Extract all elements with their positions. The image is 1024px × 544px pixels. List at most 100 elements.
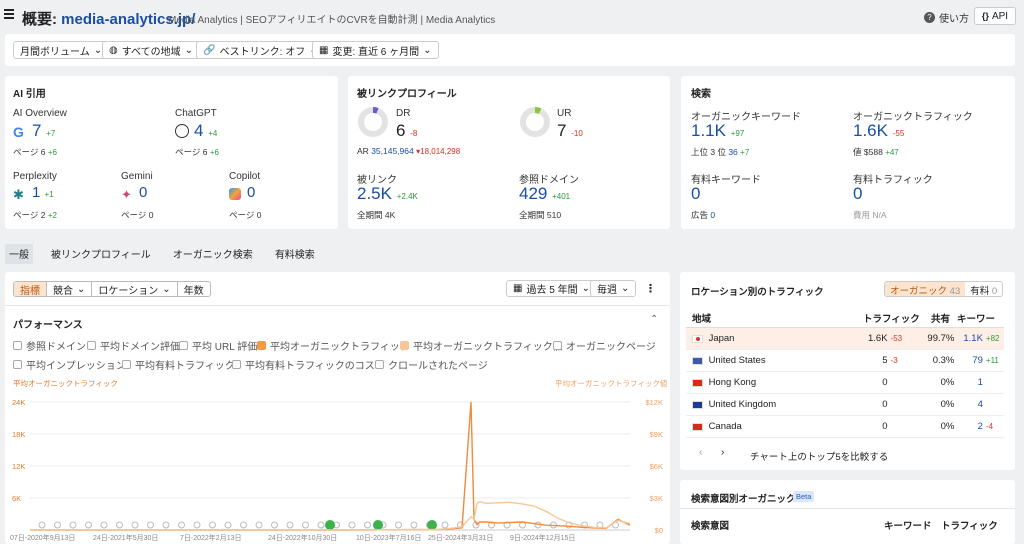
top3-row: 上位 3 位 36 +7: [691, 147, 750, 157]
right-axis-title: 平均オーガニックトラフィック値: [555, 379, 668, 388]
backlink-card-title: 被リンクプロフィール: [357, 89, 457, 100]
chatgpt-value[interactable]: 4 +4: [194, 121, 217, 141]
metric-checkbox[interactable]: 平均有料トラフィックのコスト: [232, 357, 385, 372]
location-row[interactable]: Canada 0 0% 2 -4: [686, 416, 1004, 438]
ur-value[interactable]: 7 -10: [557, 121, 583, 141]
annotation-marker: [85, 521, 92, 529]
dr-value[interactable]: 6 -8: [396, 121, 417, 141]
more-options-icon[interactable]: ⋮: [645, 282, 656, 295]
perplexity-value[interactable]: 1 +1: [32, 184, 54, 201]
checkbox-label: 平均オーガニックトラフィック値: [413, 342, 563, 353]
tab-general[interactable]: 一般: [5, 244, 33, 264]
metric-checkbox[interactable]: 平均ドメイン評価: [87, 338, 180, 353]
share-value: 0%: [940, 377, 955, 388]
metric-checkbox[interactable]: オーガニックページ: [553, 338, 656, 353]
annotation-marker: [131, 521, 139, 529]
checkbox-icon: [13, 360, 22, 369]
location-row[interactable]: Japan 1.6K -53 99.7% 1.1K +82: [686, 328, 1004, 350]
link-icon: 🔗: [203, 44, 216, 56]
range-dropdown[interactable]: ▦ 過去 5 年間 ⌄: [506, 280, 597, 297]
ref-domains-all-time: 全期間 510: [519, 210, 562, 220]
checkbox-icon: [87, 341, 96, 350]
seg-metrics[interactable]: 指標: [14, 282, 47, 296]
volume-dropdown[interactable]: 月間ボリューム ⌄: [13, 41, 110, 59]
change-dropdown[interactable]: ▦ 変更: 直近 6 ヶ月間 ⌄: [312, 41, 439, 59]
calendar-icon: ▦: [513, 283, 523, 294]
checkbox-icon: [257, 341, 266, 350]
keywords-value: 4: [977, 399, 983, 410]
left-tick-label: 6K: [12, 494, 21, 503]
help-link[interactable]: ? 使い方: [924, 10, 969, 25]
annotation-marker: [255, 521, 263, 529]
ref-domains-value[interactable]: 429 +401: [519, 184, 570, 204]
annotation-marker: [348, 521, 356, 529]
metric-checkbox[interactable]: 参照ドメイン: [13, 338, 86, 353]
backlinks-value[interactable]: 2.5K +2.4K: [357, 184, 418, 204]
x-tick-label: 07日-2020年9月13日: [10, 533, 75, 542]
x-tick-label: 10日-2023年7月16日: [356, 533, 421, 542]
tab-paid-location[interactable]: 有料 0: [965, 282, 1002, 296]
calendar-icon: ▦: [319, 44, 329, 56]
col-traffic: トラフィック: [863, 314, 920, 325]
tab-backlinks[interactable]: 被リンクプロフィール: [47, 244, 155, 264]
location-card-title: ロケーション別のトラフィック: [691, 287, 824, 298]
country-name: United Kingdom: [708, 399, 777, 410]
compare-top5-link[interactable]: チャート上のトップ5を比較する: [750, 449, 888, 463]
metric-checkbox[interactable]: 平均インプレッション: [13, 357, 126, 372]
checkbox-label: 平均有料トラフィック: [135, 361, 235, 372]
location-row[interactable]: Hong Kong 0 0% 1: [686, 372, 1004, 394]
keywords-delta: +82: [985, 334, 1000, 343]
seg-location[interactable]: ロケーション ⌄: [92, 282, 178, 296]
gemini-value[interactable]: 0: [139, 184, 147, 201]
tab-organic[interactable]: オーガニック検索: [169, 244, 257, 264]
paid-traffic-label: 有料トラフィック: [853, 175, 933, 186]
annotation-marker: [302, 521, 309, 529]
traffic-value: 1.6K: [868, 333, 888, 344]
collapse-icon[interactable]: ⌃: [650, 314, 658, 325]
metric-checkbox[interactable]: 平均 URL 評価: [179, 338, 257, 353]
section-tabs: 一般 被リンクプロフィール オーガニック検索 有料検索: [5, 244, 319, 264]
location-row[interactable]: United Kingdom 0 0% 4: [686, 394, 1004, 416]
prev-arrow-icon[interactable]: ‹: [699, 447, 702, 458]
site-subtitle: Media Analytics | SEOアフィリエイトのCVRを自動計測 | …: [168, 15, 496, 26]
top-bar: 概要: media-analytics.jp/ Media Analytics …: [0, 0, 1024, 34]
paid-traffic-value[interactable]: 0: [853, 184, 862, 204]
seg-years[interactable]: 年数: [178, 282, 210, 297]
chevron-down-icon: ⌄: [184, 44, 194, 56]
right-tick-label: $0: [655, 526, 663, 535]
paid-keywords-value[interactable]: 0: [691, 184, 700, 204]
gemini-label: Gemini: [121, 171, 153, 182]
performance-chart[interactable]: 24K 18K 12K 6K $12K $9K $6K $3K $0 07日-2020年9月13日…: [10, 394, 665, 542]
seg-competitors[interactable]: 競合 ⌄: [47, 282, 93, 296]
next-arrow-icon[interactable]: ›: [721, 447, 724, 458]
organic-traffic-value[interactable]: 1.6K -55: [853, 121, 904, 141]
flag-icon: [692, 400, 703, 409]
metric-checkbox[interactable]: クロールされたページ: [375, 357, 488, 372]
metric-checkbox[interactable]: 平均オーガニックトラフィック値: [400, 338, 563, 353]
metric-checkbox[interactable]: 平均有料トラフィック: [122, 357, 235, 372]
checkbox-icon: [122, 360, 131, 369]
globe-icon: ◍: [109, 44, 118, 56]
annotation-marker: [147, 521, 154, 529]
organic-keywords-value[interactable]: 1.1K +97: [691, 121, 744, 141]
traffic-delta: -53: [890, 334, 903, 343]
ai-overview-value[interactable]: 7 +7: [32, 121, 55, 141]
share-value: 99.7%: [927, 333, 955, 344]
bestlink-dropdown[interactable]: 🔗ベストリンク: オフ⌄: [196, 41, 325, 59]
checkbox-label: 平均有料トラフィックのコスト: [245, 361, 385, 372]
api-button[interactable]: {} API: [974, 7, 1016, 25]
tab-paid[interactable]: 有料検索: [271, 244, 319, 264]
paid-keywords-label: 有料キーワード: [691, 175, 761, 186]
checkbox-icon: [179, 341, 188, 350]
checkbox-label: オーガニックページ: [566, 342, 656, 353]
menu-icon[interactable]: [4, 9, 14, 21]
tab-organic-location[interactable]: オーガニック 43: [885, 282, 966, 296]
interval-dropdown[interactable]: 毎週 ⌄: [590, 280, 637, 297]
location-row[interactable]: United States 5 -3 0.3% 79 +11: [686, 350, 1004, 372]
col-intent: 検索意図: [691, 521, 730, 532]
annotation-marker: [116, 521, 123, 529]
copilot-value[interactable]: 0: [247, 184, 255, 201]
backlinks-all-time: 全期間 4K: [357, 210, 396, 220]
region-dropdown[interactable]: ◍ すべての地域 ⌄: [102, 41, 201, 59]
metric-checkbox[interactable]: 平均オーガニックトラフィック: [257, 338, 410, 353]
